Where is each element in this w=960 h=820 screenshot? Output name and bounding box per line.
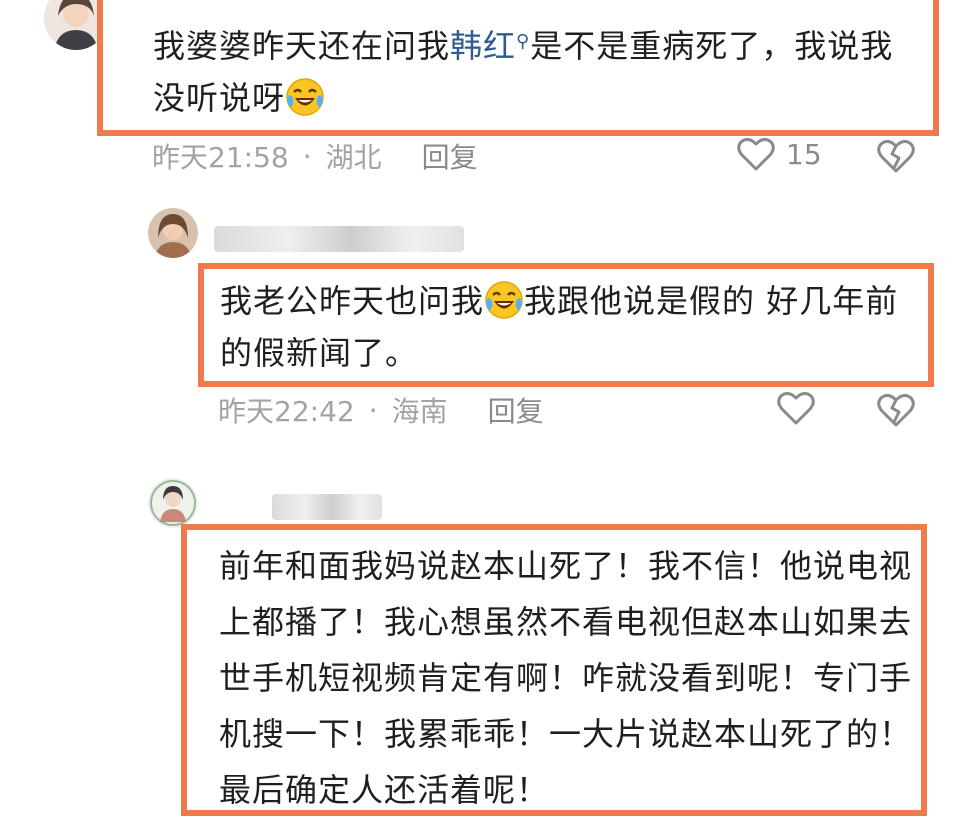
broken-heart-icon[interactable] — [876, 138, 916, 174]
avatar[interactable] — [148, 478, 198, 528]
comment-text: 前年和面我妈说赵本山死了！我不信！他说电视上都播了！我心想虽然不看电视但赵本山如… — [219, 547, 913, 809]
comment-text-part: 我婆婆昨天还在问我 — [153, 27, 451, 65]
location: 湖北 — [325, 141, 382, 174]
comment-bubble-3: 前年和面我妈说赵本山死了！我不信！他说电视上都播了！我心想虽然不看电视但赵本山如… — [181, 524, 927, 816]
heart-outline-icon — [777, 391, 815, 425]
comment-meta: 昨天22:42 · 海南 回复 — [218, 390, 544, 430]
reply-button[interactable]: 回复 — [488, 390, 544, 430]
comment-bubble-1: 我婆婆昨天还在问我韩红⚲是不是重病死了，我说我没听说呀 — [97, 0, 939, 136]
heart-outline-icon — [737, 137, 775, 171]
comment-text-part: 我老公昨天也问我 — [220, 282, 485, 320]
topic-link[interactable]: 韩红 — [450, 27, 516, 65]
avatar[interactable] — [148, 208, 198, 258]
separator: · — [368, 393, 378, 427]
like-button[interactable]: 15 — [736, 136, 822, 172]
comment-text: 我婆婆昨天还在问我韩红⚲是不是重病死了，我说我没听说呀 — [153, 16, 913, 124]
laughing-crying-emoji — [484, 280, 524, 320]
like-count: 15 — [786, 137, 822, 171]
separator: · — [302, 139, 312, 173]
laughing-crying-emoji — [285, 77, 325, 117]
comment-bubble-2: 我老公昨天也问我 我跟他说是假的 好几年前的假新闻了。 — [198, 263, 934, 387]
username-blurred — [272, 494, 382, 520]
broken-heart-icon[interactable] — [876, 392, 916, 428]
reply-button[interactable]: 回复 — [422, 136, 478, 176]
like-button[interactable] — [776, 390, 816, 426]
timestamp: 昨天21:58 — [152, 141, 289, 174]
comment-meta: 昨天21:58 · 湖北 回复 — [152, 136, 478, 176]
timestamp: 昨天22:42 — [218, 395, 355, 428]
username-blurred — [214, 226, 464, 252]
location: 海南 — [391, 395, 448, 428]
search-icon[interactable]: ⚲ — [516, 31, 530, 52]
comment-text: 我老公昨天也问我 我跟他说是假的 好几年前的假新闻了。 — [220, 275, 910, 379]
